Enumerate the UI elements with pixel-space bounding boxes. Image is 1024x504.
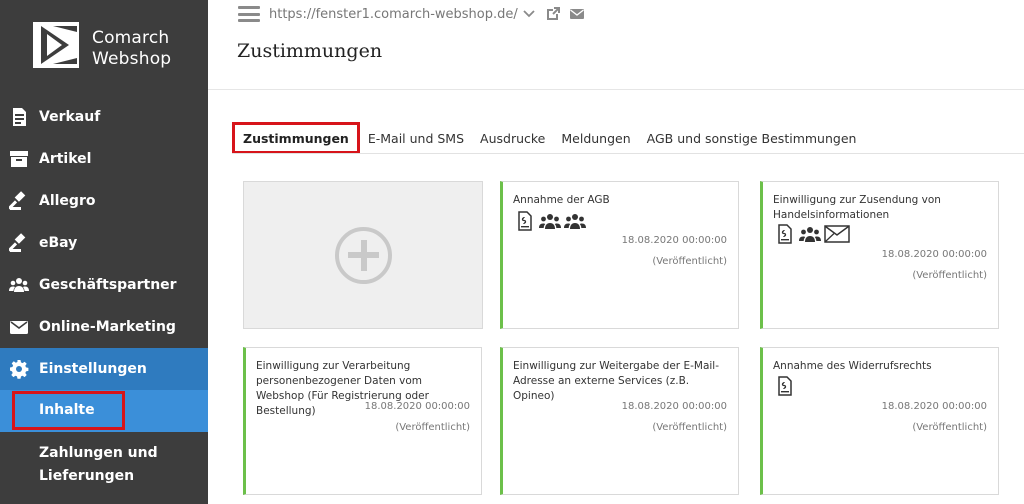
sidebar-item-online-marketing[interactable]: Online-Marketing [0, 306, 208, 348]
document-icon [8, 106, 30, 128]
sidebar-item-einstellungen[interactable]: Einstellungen [0, 348, 208, 390]
card-status: (Veröffentlicht) [912, 422, 987, 433]
card-icons [774, 224, 850, 244]
sidebar-item-geschaeftspartner[interactable]: Geschäftspartner [0, 264, 208, 306]
card-status: (Veröffentlicht) [912, 270, 987, 281]
main-content: Zustimmungen E-Mail und SMS Ausdrucke Me… [208, 91, 1024, 504]
tab-zustimmungen[interactable]: Zustimmungen [232, 122, 360, 154]
tab-email-sms[interactable]: E-Mail und SMS [360, 122, 472, 154]
sidebar-item-label: Verkauf [39, 109, 101, 125]
envelope-icon[interactable] [568, 5, 586, 23]
users-icon [564, 214, 586, 229]
sidebar-item-label: Artikel [39, 151, 92, 167]
consent-card[interactable]: Einwilligung zur Weitergabe der E-Mail-A… [500, 347, 739, 495]
sidebar-item-label: Online-Marketing [39, 319, 176, 335]
users-icon [799, 227, 821, 242]
sidebar-item-artikel[interactable]: Artikel [0, 138, 208, 180]
brand-line-1: Comarch [92, 28, 170, 48]
card-icons [774, 376, 796, 396]
sidebar-item-allegro[interactable]: Allegro [0, 180, 208, 222]
card-date: 18.08.2020 00:00:00 [621, 401, 727, 412]
brand-line-2: Webshop [92, 49, 172, 69]
consent-card[interactable]: Annahme der AGB 18.08.2020 00:00:00 (Ver… [500, 181, 739, 329]
comarch-logo-icon [33, 22, 79, 68]
sidebar: Comarch Webshop Verkauf Artikel Allegro … [0, 0, 208, 504]
card-title: Einwilligung zur Zusendung von Handelsin… [773, 194, 941, 221]
card-status: (Veröffentlicht) [395, 422, 470, 433]
card-status: (Veröffentlicht) [652, 422, 727, 433]
shop-url[interactable]: https://fenster1.comarch-webshop.de/ [269, 7, 518, 22]
card-title: Einwilligung zur Weitergabe der E-Mail-A… [513, 360, 719, 402]
sidebar-subitem-label: Inhalte [39, 402, 95, 418]
document-icon [778, 376, 792, 396]
external-link-icon[interactable] [544, 5, 562, 23]
sidebar-item-label: Geschäftspartner [39, 277, 177, 293]
consent-card[interactable]: Annahme des Widerrufsrechts 18.08.2020 0… [760, 347, 999, 495]
tab-agb[interactable]: AGB und sonstige Bestimmungen [639, 122, 865, 154]
users-icon [8, 274, 30, 296]
hamburger-menu-icon[interactable] [238, 6, 260, 22]
card-title: Annahme des Widerrufsrechts [773, 360, 932, 372]
box-icon [8, 148, 30, 170]
header: https://fenster1.comarch-webshop.de/ Zus… [208, 0, 1024, 90]
plus-circle-icon [335, 227, 392, 284]
brand-logo[interactable]: Comarch Webshop [0, 0, 208, 90]
card-date: 18.08.2020 00:00:00 [364, 401, 470, 412]
card-status: (Veröffentlicht) [652, 256, 727, 267]
document-icon [778, 224, 792, 244]
gavel-icon [8, 232, 30, 254]
users-icon [539, 214, 561, 229]
card-date: 18.08.2020 00:00:00 [881, 401, 987, 412]
sidebar-subitem-inhalte[interactable]: Inhalte [0, 390, 208, 432]
tab-meldungen[interactable]: Meldungen [553, 122, 638, 154]
tab-bar: Zustimmungen E-Mail und SMS Ausdrucke Me… [232, 122, 864, 154]
envelope-icon [8, 316, 30, 338]
envelope-icon [824, 225, 850, 243]
consent-card[interactable]: Einwilligung zur Verarbeitung personenbe… [243, 347, 482, 495]
card-icons [514, 211, 586, 231]
sidebar-item-verkauf[interactable]: Verkauf [0, 96, 208, 138]
page-title: Zustimmungen [237, 40, 383, 62]
tab-ausdrucke[interactable]: Ausdrucke [472, 122, 553, 154]
chevron-down-icon[interactable] [520, 5, 538, 23]
card-date: 18.08.2020 00:00:00 [881, 249, 987, 260]
sidebar-item-label: Einstellungen [39, 361, 147, 377]
sidebar-item-label: Allegro [39, 193, 96, 209]
consent-card[interactable]: Einwilligung zur Zusendung von Handelsin… [760, 181, 999, 329]
gavel-icon [8, 190, 30, 212]
document-icon [518, 211, 532, 231]
add-consent-card[interactable] [243, 181, 483, 329]
card-date: 18.08.2020 00:00:00 [621, 235, 727, 246]
gear-icon [8, 358, 30, 380]
tab-divider [232, 153, 1024, 154]
shop-url-bar: https://fenster1.comarch-webshop.de/ [238, 4, 586, 24]
brand-name: Comarch Webshop [92, 28, 171, 70]
sidebar-item-ebay[interactable]: eBay [0, 222, 208, 264]
sidebar-subitem-zahlungen[interactable]: Zahlungen und Lieferungen [39, 442, 199, 488]
sidebar-item-label: eBay [39, 235, 78, 251]
card-title: Annahme der AGB [513, 194, 610, 206]
